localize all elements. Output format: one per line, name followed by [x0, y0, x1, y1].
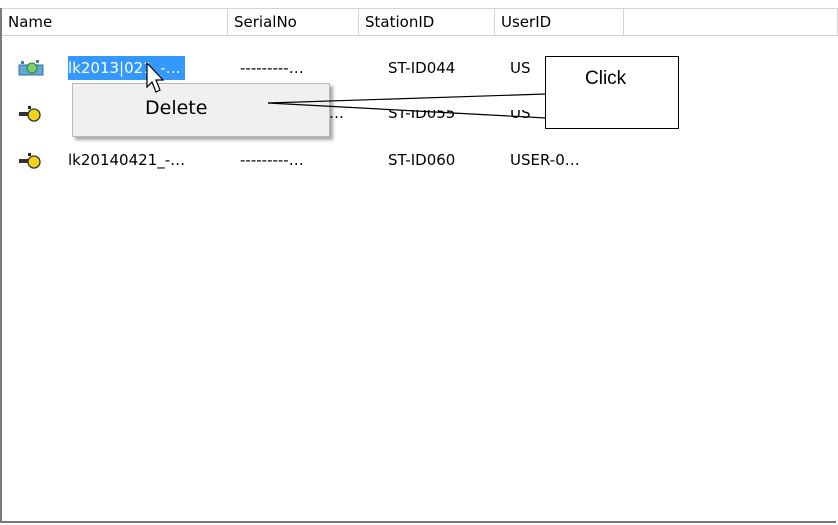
- station-icon: [19, 153, 41, 169]
- column-header: Name SerialNo StationID UserID: [2, 8, 838, 36]
- column-serialno[interactable]: SerialNo: [228, 8, 359, 35]
- row-name[interactable]: lk20140421_-…: [68, 147, 228, 173]
- row-station: ST-ID055: [388, 104, 456, 122]
- table-row[interactable]: lk2013|021_-… ---------… ST-ID044 US: [2, 55, 832, 81]
- top-strip: [0, 0, 838, 8]
- callout-box: [545, 56, 679, 129]
- column-empty[interactable]: [624, 8, 838, 35]
- row-station: ST-ID044: [388, 59, 456, 77]
- row-station: ST-ID060: [388, 151, 456, 169]
- row-serial: …: [329, 104, 344, 122]
- row-name-text: lk2013|021_-…: [68, 56, 185, 80]
- row-user: US: [510, 104, 531, 122]
- row-name[interactable]: lk2013|021_-…: [68, 55, 228, 81]
- row-user: US: [510, 59, 531, 77]
- row-serial: ---------…: [240, 151, 304, 169]
- menu-item-delete[interactable]: Delete: [77, 90, 257, 126]
- column-name[interactable]: Name: [2, 8, 228, 35]
- column-stationid[interactable]: StationID: [359, 8, 495, 35]
- row-user: USER-0…: [510, 151, 580, 169]
- station-icon: [19, 106, 41, 122]
- context-menu: Delete: [72, 83, 330, 137]
- column-userid[interactable]: UserID: [495, 8, 624, 35]
- table-row[interactable]: lk20140421_-… ---------… ST-ID060 USER-0…: [2, 147, 832, 173]
- callout-text: Click: [585, 68, 627, 89]
- station-icon-active: [18, 60, 44, 76]
- row-serial: ---------…: [240, 59, 304, 77]
